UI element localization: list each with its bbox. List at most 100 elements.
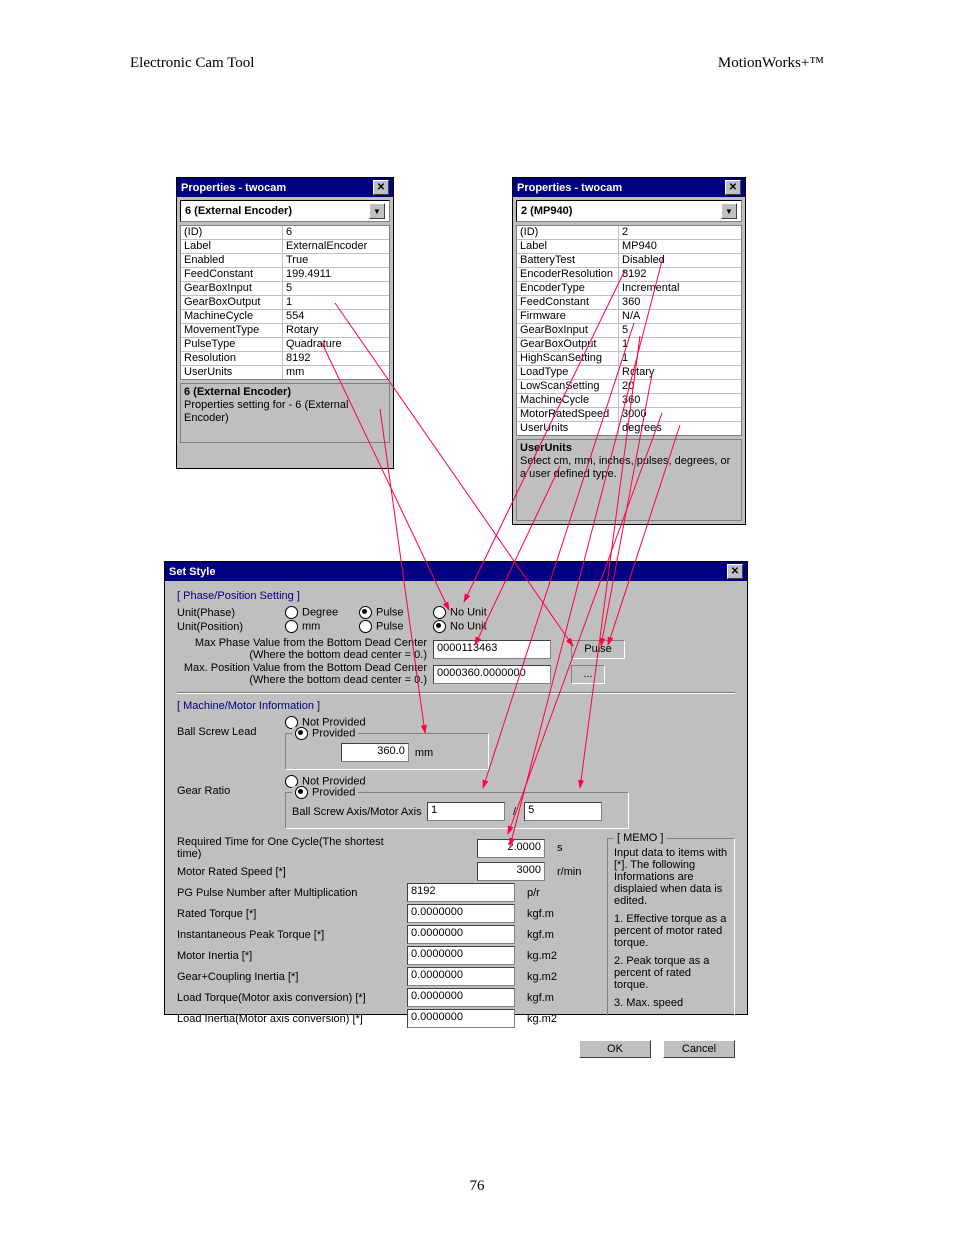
property-value[interactable]: 5 xyxy=(283,282,389,295)
param-row: Required Time for One Cycle(The shortest… xyxy=(177,836,597,860)
radio-pulse-pos[interactable] xyxy=(359,620,372,633)
property-row[interactable]: FirmwareN/A xyxy=(517,310,741,324)
radio-gr-provided[interactable] xyxy=(295,786,308,799)
property-value[interactable]: 1 xyxy=(619,352,741,365)
property-value[interactable]: 2 xyxy=(619,226,741,239)
where-1: (Where the bottom dead center = 0.) xyxy=(177,649,427,661)
param-row: Load Torque(Motor axis conversion) [*]0.… xyxy=(177,988,597,1007)
titlebar-1[interactable]: Properties - twocam ✕ xyxy=(177,178,393,197)
max-pos-label: Max. Position Value from the Bottom Dead… xyxy=(177,662,427,674)
property-row[interactable]: HighScanSetting1 xyxy=(517,352,741,366)
property-row[interactable]: MachineCycle360 xyxy=(517,394,741,408)
param-input[interactable]: 3000 xyxy=(477,862,545,881)
property-value[interactable]: Rotary xyxy=(283,324,389,337)
property-value[interactable]: 360 xyxy=(619,394,741,407)
close-icon[interactable]: ✕ xyxy=(373,180,389,195)
property-value[interactable]: Quadrature xyxy=(283,338,389,351)
property-row[interactable]: LoadTypeRotary xyxy=(517,366,741,380)
gear-a-input[interactable]: 1 xyxy=(427,802,505,821)
param-input[interactable]: 0.0000000 xyxy=(407,904,515,923)
param-input[interactable]: 2.0000 xyxy=(477,839,545,858)
max-phase-unit: Pulse xyxy=(571,640,625,659)
property-row[interactable]: MotorRatedSpeed3000 xyxy=(517,408,741,422)
property-value[interactable]: 554 xyxy=(283,310,389,323)
property-row[interactable]: GearBoxOutput1 xyxy=(517,338,741,352)
titlebar-ss[interactable]: Set Style ✕ xyxy=(165,562,747,581)
ok-button[interactable]: OK xyxy=(579,1040,651,1058)
property-row[interactable]: FeedConstant199.4911 xyxy=(181,268,389,282)
property-row[interactable]: MachineCycle554 xyxy=(181,310,389,324)
property-value[interactable]: 3000 xyxy=(619,408,741,421)
cancel-button[interactable]: Cancel xyxy=(663,1040,735,1058)
chevron-down-icon[interactable]: ▼ xyxy=(369,203,385,219)
property-value[interactable]: 1 xyxy=(619,338,741,351)
param-input[interactable]: 0.0000000 xyxy=(407,925,515,944)
property-value[interactable]: ExternalEncoder xyxy=(283,240,389,253)
radio-bs-provided[interactable] xyxy=(295,727,308,740)
property-value[interactable]: 8192 xyxy=(283,352,389,365)
param-row: Motor Inertia [*]0.0000000kg.m2 xyxy=(177,946,597,965)
close-icon[interactable]: ✕ xyxy=(725,180,741,195)
property-row[interactable]: LowScanSetting20 xyxy=(517,380,741,394)
param-input[interactable]: 0.0000000 xyxy=(407,967,515,986)
radio-pulse-phase[interactable] xyxy=(359,606,372,619)
property-row[interactable]: GearBoxOutput1 xyxy=(181,296,389,310)
property-row[interactable]: MovementTypeRotary xyxy=(181,324,389,338)
property-row[interactable]: UserUnitsdegrees xyxy=(517,422,741,435)
property-row[interactable]: EnabledTrue xyxy=(181,254,389,268)
property-row[interactable]: UserUnitsmm xyxy=(181,366,389,379)
property-value[interactable]: Disabled xyxy=(619,254,741,267)
unit-phase-label: Unit(Phase) xyxy=(177,607,285,619)
property-value[interactable]: 199.4911 xyxy=(283,268,389,281)
property-value[interactable]: Rotary xyxy=(619,366,741,379)
property-value[interactable]: Incremental xyxy=(619,282,741,295)
param-row: Gear+Coupling Inertia [*]0.0000000kg.m2 xyxy=(177,967,597,986)
memo-4: 3. Max. speed xyxy=(614,997,728,1009)
property-row[interactable]: (ID)6 xyxy=(181,226,389,240)
memo-2: 1. Effective torque as a percent of moto… xyxy=(614,913,728,949)
radio-nounit-phase[interactable] xyxy=(433,606,446,619)
max-pos-input[interactable]: 0000360.0000000 xyxy=(433,665,551,684)
property-row[interactable]: FeedConstant360 xyxy=(517,296,741,310)
param-input[interactable]: 0.0000000 xyxy=(407,946,515,965)
chevron-down-icon[interactable]: ▼ xyxy=(721,203,737,219)
gear-b-input[interactable]: 5 xyxy=(524,802,602,821)
close-icon[interactable]: ✕ xyxy=(727,564,743,579)
property-value[interactable]: 6 xyxy=(283,226,389,239)
property-row[interactable]: LabelMP940 xyxy=(517,240,741,254)
property-grid-2[interactable]: (ID)2LabelMP940BatteryTestDisabledEncode… xyxy=(516,225,742,436)
property-row[interactable]: LabelExternalEncoder xyxy=(181,240,389,254)
property-value[interactable]: MP940 xyxy=(619,240,741,253)
property-row[interactable]: (ID)2 xyxy=(517,226,741,240)
property-value[interactable]: mm xyxy=(283,366,389,379)
object-select-2[interactable]: 2 (MP940) ▼ xyxy=(516,200,742,222)
property-value[interactable]: 360 xyxy=(619,296,741,309)
property-row[interactable]: GearBoxInput5 xyxy=(181,282,389,296)
radio-mm[interactable] xyxy=(285,620,298,633)
property-row[interactable]: PulseTypeQuadrature xyxy=(181,338,389,352)
radio-degree[interactable] xyxy=(285,606,298,619)
property-value[interactable]: N/A xyxy=(619,310,741,323)
property-row[interactable]: EncoderResolution8192 xyxy=(517,268,741,282)
property-value[interactable]: 20 xyxy=(619,380,741,393)
ball-screw-input[interactable]: 360.0 xyxy=(341,743,409,762)
property-row[interactable]: BatteryTestDisabled xyxy=(517,254,741,268)
property-grid-1[interactable]: (ID)6LabelExternalEncoderEnabledTrueFeed… xyxy=(180,225,390,380)
property-value[interactable]: 8192 xyxy=(619,268,741,281)
object-select-1[interactable]: 6 (External Encoder) ▼ xyxy=(180,200,390,222)
radio-pulse-phase-label: Pulse xyxy=(376,606,404,618)
radio-nounit-pos[interactable] xyxy=(433,620,446,633)
property-row[interactable]: Resolution8192 xyxy=(181,352,389,366)
property-value[interactable]: 1 xyxy=(283,296,389,309)
titlebar-2[interactable]: Properties - twocam ✕ xyxy=(513,178,745,197)
property-row[interactable]: GearBoxInput5 xyxy=(517,324,741,338)
property-value[interactable]: degrees xyxy=(619,422,741,435)
property-value[interactable]: True xyxy=(283,254,389,267)
max-phase-input[interactable]: 0000113463 xyxy=(433,640,551,659)
param-input[interactable]: 0.0000000 xyxy=(407,988,515,1007)
property-value[interactable]: 5 xyxy=(619,324,741,337)
param-input[interactable]: 8192 xyxy=(407,883,515,902)
param-input[interactable]: 0.0000000 xyxy=(407,1009,515,1028)
property-row[interactable]: EncoderTypeIncremental xyxy=(517,282,741,296)
max-pos-unit-btn[interactable]: ... xyxy=(571,665,605,684)
